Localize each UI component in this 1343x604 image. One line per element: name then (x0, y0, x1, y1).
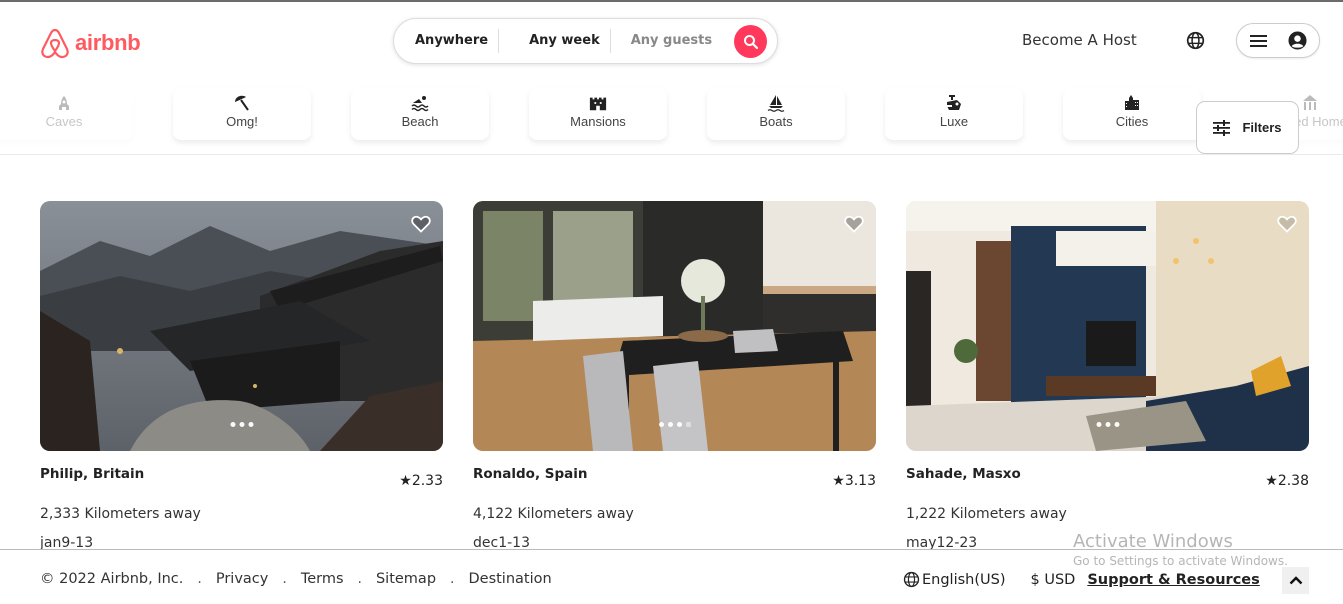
listing-rating: ★2.38 (1265, 473, 1309, 489)
carousel-dot[interactable] (676, 422, 682, 427)
category-bar: Caves Omg! Beach Mansions Boats Luxe Cit… (0, 80, 1343, 155)
carousel-dot[interactable] (1096, 422, 1101, 427)
listing-title: Philip, Britain (40, 466, 145, 482)
listing-photo[interactable] (473, 201, 876, 451)
category-label: Beach (401, 114, 439, 129)
listing-image-living-room (906, 201, 1309, 451)
carousel-dot[interactable] (658, 422, 664, 427)
heart-icon[interactable] (411, 215, 431, 233)
search-icon (743, 34, 758, 49)
umbrella-icon (233, 94, 251, 112)
category-mansions[interactable]: Mansions (529, 88, 667, 140)
copyright: © 2022 Airbnb, Inc. (40, 571, 184, 587)
footer-link-destination[interactable]: Destination (468, 571, 551, 587)
category-cities[interactable]: Cities (1063, 88, 1201, 140)
category-omg[interactable]: Omg! (173, 88, 311, 140)
carousel-dot[interactable] (230, 422, 235, 427)
search-any-week[interactable]: Any week (499, 29, 610, 53)
swimmer-icon (411, 94, 429, 112)
category-label: Boats (759, 114, 793, 129)
carousel-dots[interactable] (1096, 422, 1119, 427)
carousel-dot[interactable] (248, 422, 253, 427)
footer-separator: . (357, 571, 362, 587)
category-label: Cities (1115, 114, 1149, 129)
listing-distance: 2,333 Kilometers away (40, 506, 201, 522)
footer-link-terms[interactable]: Terms (301, 571, 344, 587)
search-bar[interactable]: Anywhere Any week Any guests (393, 18, 778, 64)
header: airbnb Anywhere Any week Any guests Beco… (0, 2, 1343, 80)
filters-button[interactable]: Filters (1196, 101, 1299, 154)
sliders-icon (1213, 119, 1231, 136)
listing-photo[interactable] (40, 201, 443, 451)
filters-label: Filters (1242, 120, 1282, 135)
footer-link-privacy[interactable]: Privacy (216, 571, 269, 587)
category-label: Caves (45, 114, 83, 129)
support-resources-link[interactable]: Support & Resources (1087, 572, 1259, 588)
shared-homes-icon (1301, 94, 1319, 112)
footer-separator: . (197, 571, 202, 587)
listing-card[interactable]: Sahade, Masxo ★2.38 1,222 Kilometers awa… (906, 201, 1309, 551)
language-selector[interactable]: English(US) (903, 571, 1006, 588)
luxe-icon (945, 94, 963, 112)
hamburger-icon (1250, 34, 1267, 47)
search-any-guests[interactable]: Any guests (611, 29, 742, 53)
listing-image-japanese-village (40, 201, 443, 451)
airbnb-logo[interactable]: airbnb (40, 27, 141, 59)
language-label: English(US) (922, 571, 1006, 588)
listing-title: Sahade, Masxo (906, 466, 1021, 482)
chevron-up-icon (1289, 576, 1302, 585)
category-label: Mansions (570, 114, 626, 129)
become-host-link[interactable]: Become A Host (1022, 31, 1137, 49)
heart-icon[interactable] (1277, 215, 1297, 233)
expand-footer-button[interactable] (1282, 567, 1309, 594)
sailboat-icon (767, 94, 785, 112)
footer-separator: . (282, 571, 287, 587)
category-label: Omg! (226, 114, 258, 129)
globe-icon (903, 571, 920, 588)
category-label: Luxe (939, 114, 969, 129)
footer: © 2022 Airbnb, Inc. . Privacy . Terms . … (0, 549, 1343, 604)
listing-card[interactable]: Philip, Britain ★2.33 2,333 Kilometers a… (40, 201, 443, 551)
footer-right: English(US) $ USD Support & Resources (903, 571, 1260, 588)
caves-icon (55, 94, 73, 112)
currency-selector[interactable]: $ USD (1031, 572, 1076, 588)
listing-card[interactable]: Ronaldo, Spain ★3.13 4,122 Kilometers aw… (473, 201, 876, 551)
carousel-dots[interactable] (658, 422, 691, 427)
search-anywhere[interactable]: Anywhere (394, 29, 498, 53)
category-caves[interactable]: Caves (0, 88, 133, 140)
footer-separator: . (450, 571, 455, 587)
city-icon (1123, 94, 1141, 112)
category-boats[interactable]: Boats (707, 88, 845, 140)
globe-icon[interactable] (1186, 31, 1205, 50)
heart-icon[interactable] (844, 215, 864, 233)
listing-rating: ★2.33 (399, 473, 443, 489)
user-menu-button[interactable] (1236, 23, 1320, 58)
listing-distance: 1,222 Kilometers away (906, 506, 1067, 522)
user-avatar-icon (1288, 31, 1307, 50)
footer-link-sitemap[interactable]: Sitemap (376, 571, 436, 587)
carousel-dot[interactable] (1105, 422, 1110, 427)
carousel-dot[interactable] (667, 422, 673, 427)
listing-distance: 4,122 Kilometers away (473, 506, 634, 522)
category-luxe[interactable]: Luxe (885, 88, 1023, 140)
carousel-dots[interactable] (230, 422, 253, 427)
airbnb-belo-icon (41, 28, 69, 59)
logo-text: airbnb (75, 30, 141, 55)
category-beach[interactable]: Beach (351, 88, 489, 140)
carousel-dot[interactable] (685, 422, 691, 427)
listing-rating: ★3.13 (832, 473, 876, 489)
carousel-dot[interactable] (239, 422, 244, 427)
carousel-dot[interactable] (1114, 422, 1119, 427)
search-button[interactable] (734, 25, 767, 58)
castle-icon (589, 94, 607, 112)
footer-left: © 2022 Airbnb, Inc. . Privacy . Terms . … (40, 571, 552, 587)
listing-title: Ronaldo, Spain (473, 466, 588, 482)
listing-photo[interactable] (906, 201, 1309, 451)
listing-image-dining-room (473, 201, 876, 451)
